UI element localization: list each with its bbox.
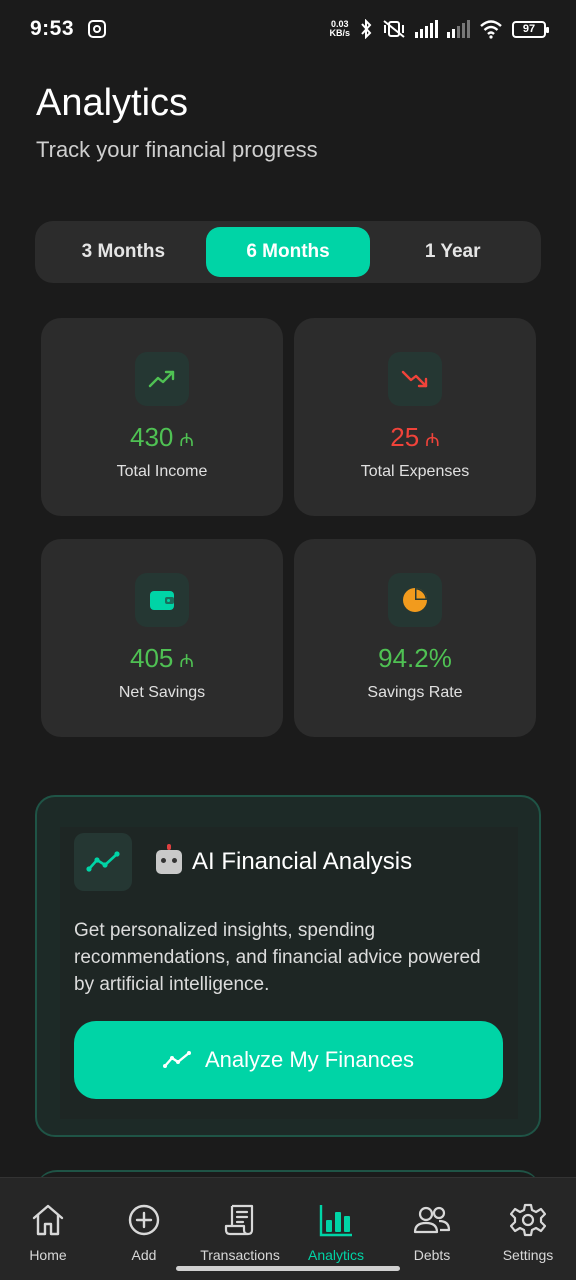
signal-icon: [415, 20, 438, 38]
total-income-value: 430 ₼: [130, 422, 194, 452]
ai-analysis-description: Get personalized insights, spending reco…: [74, 920, 481, 995]
net-savings-card: 405 ₼ Net Savings: [41, 539, 283, 737]
ai-analysis-content: AI Financial Analysis Get personalized i…: [60, 827, 518, 1119]
total-expenses-card: 25 ₼ Total Expenses: [294, 318, 536, 516]
status-bar: 9:53 0.03 KB/s 97: [0, 0, 576, 58]
wifi-icon: [480, 20, 502, 39]
users-icon: [412, 1202, 452, 1238]
nav-transactions[interactable]: Transactions: [192, 1178, 288, 1280]
tab-3-months[interactable]: 3 Months: [41, 227, 206, 277]
nav-settings[interactable]: Settings: [480, 1178, 576, 1280]
tab-6-months[interactable]: 6 Months: [205, 227, 371, 277]
savings-rate-label: Savings Rate: [367, 684, 463, 701]
trending-up-icon: [135, 352, 189, 406]
bar-chart-icon: [318, 1202, 354, 1238]
battery-icon: 97: [512, 20, 549, 38]
net-savings-label: Net Savings: [118, 684, 206, 701]
page-title: Analytics: [36, 82, 189, 124]
add-circle-icon: [126, 1202, 162, 1238]
total-expenses-label: Total Expenses: [360, 463, 470, 480]
ai-analysis-panel: AI Financial Analysis Get personalized i…: [35, 795, 541, 1137]
robot-icon: [156, 844, 182, 874]
home-indicator: [176, 1266, 400, 1271]
page-subtitle: Track your financial progress: [36, 137, 318, 162]
analyze-finances-button[interactable]: Analyze My Finances: [74, 1021, 503, 1099]
tab-1-year[interactable]: 1 Year: [370, 227, 535, 277]
nav-analytics[interactable]: Analytics: [288, 1178, 384, 1280]
bluetooth-icon: [361, 19, 372, 39]
header: Analytics Track your financial progress: [36, 82, 318, 163]
savings-rate-card: 94.2% Savings Rate: [294, 539, 536, 737]
nav-add[interactable]: Add: [96, 1178, 192, 1280]
total-income-card: 430 ₼ Total Income: [41, 318, 283, 516]
receipt-icon: [222, 1202, 258, 1238]
net-savings-value: 405 ₼: [130, 643, 194, 673]
savings-rate-value: 94.2%: [378, 643, 452, 673]
total-income-label: Total Income: [116, 463, 208, 480]
pie-chart-icon: [388, 573, 442, 627]
trending-down-icon: [388, 352, 442, 406]
status-time: 9:53: [30, 17, 75, 40]
nav-home[interactable]: Home: [0, 1178, 96, 1280]
home-icon: [30, 1202, 66, 1238]
vibrate-muted-icon: [383, 20, 405, 38]
signal-2-icon: [447, 20, 470, 38]
wallet-icon: [135, 573, 189, 627]
nav-debts[interactable]: Debts: [384, 1178, 480, 1280]
instagram-icon: [88, 20, 107, 38]
net-speed: 0.03 KB/s: [329, 19, 350, 38]
total-expenses-value: 25 ₼: [390, 422, 440, 452]
activity-chart-icon: [74, 833, 132, 891]
period-selector: 3 Months 6 Months 1 Year: [35, 221, 541, 283]
bottom-nav: Home Add Transactions Analytics Debts Se…: [0, 1177, 576, 1280]
activity-icon: [162, 1051, 191, 1068]
gear-icon: [510, 1202, 546, 1238]
ai-analysis-title: AI Financial Analysis: [156, 844, 412, 876]
